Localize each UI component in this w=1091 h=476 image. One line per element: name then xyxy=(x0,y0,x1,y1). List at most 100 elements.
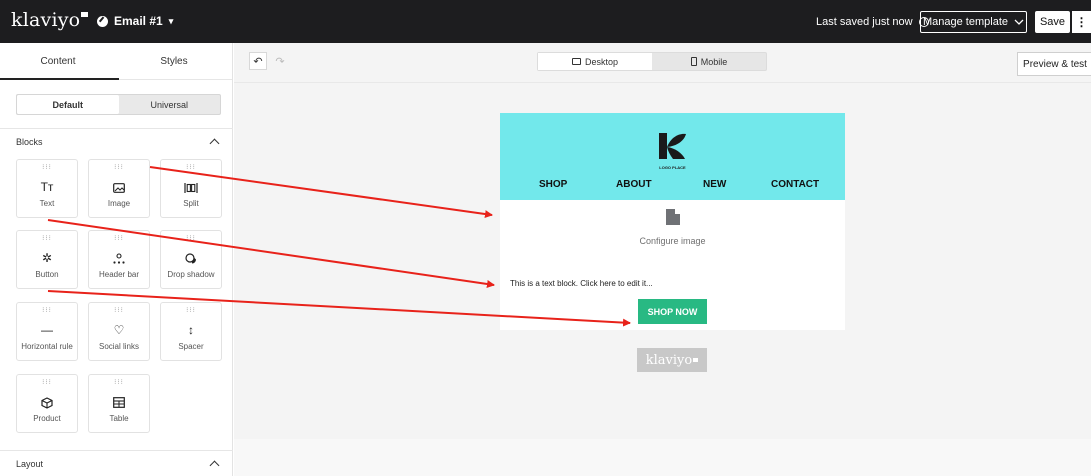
email-preview[interactable]: LOGO PLACE SHOP ABOUT NEW CONTACT Config… xyxy=(500,113,845,330)
klaviyo-footer-badge: klaviyo xyxy=(637,348,707,372)
text-block[interactable]: This is a text block. Click here to edit… xyxy=(510,279,653,288)
mobile-view-button[interactable]: Mobile xyxy=(652,53,766,70)
nav-link-about[interactable]: ABOUT xyxy=(616,179,652,190)
drag-handle-icon[interactable]: ⁝⁝⁝ xyxy=(17,379,77,388)
drag-handle-icon[interactable]: ⁝⁝⁝ xyxy=(89,164,149,173)
tab-content[interactable]: Content xyxy=(0,43,116,79)
block-label: Horizontal rule xyxy=(21,342,73,351)
text-icon: Tт xyxy=(40,180,54,194)
device-toggle: Desktop Mobile xyxy=(537,52,767,71)
phone-icon xyxy=(690,57,697,66)
email-header-section[interactable]: LOGO PLACE SHOP ABOUT NEW CONTACT xyxy=(500,113,845,200)
block-scope-toggle: Default Universal xyxy=(16,94,221,115)
block-horizontal-rule[interactable]: ⁝⁝⁝ — Horizontal rule xyxy=(16,302,78,361)
spacer-icon: ↕ xyxy=(188,323,194,337)
blocks-section-header[interactable]: Blocks xyxy=(16,137,221,149)
undo-button[interactable]: ↶ xyxy=(249,52,267,70)
logo-flag-icon xyxy=(81,12,89,17)
template-name-menu[interactable]: Email #1 ▾ xyxy=(97,14,173,28)
brand-logo-icon xyxy=(659,133,686,159)
block-label: Spacer xyxy=(178,342,204,351)
save-status: Last saved just now xyxy=(816,16,929,28)
nav-link-contact[interactable]: CONTACT xyxy=(771,179,819,190)
block-label: Image xyxy=(107,199,131,208)
configure-image-label: Configure image xyxy=(639,236,706,246)
desktop-view-button[interactable]: Desktop xyxy=(538,53,652,70)
block-label: Table xyxy=(109,414,129,423)
desktop-label: Desktop xyxy=(584,56,619,67)
heart-icon: ♡ xyxy=(113,323,125,337)
klaviyo-logo[interactable]: klaviyo xyxy=(11,9,89,31)
block-drop-shadow[interactable]: ⁝⁝⁝ Drop shadow xyxy=(160,230,222,289)
chevron-up-icon[interactable] xyxy=(209,460,220,471)
block-label: Button xyxy=(35,270,59,279)
block-label: Header bar xyxy=(98,270,140,279)
layout-section-header[interactable]: Layout xyxy=(16,459,221,471)
mobile-label: Mobile xyxy=(700,56,728,67)
block-label: Split xyxy=(183,199,199,208)
block-split[interactable]: ⁝⁝⁝ Split xyxy=(160,159,222,218)
monitor-icon xyxy=(571,58,581,65)
button-icon: ✲ xyxy=(41,251,53,265)
drag-handle-icon[interactable]: ⁝⁝⁝ xyxy=(161,307,221,316)
more-options-button[interactable]: ⋮ xyxy=(1072,11,1091,33)
table-icon xyxy=(89,392,149,412)
drag-handle-icon[interactable]: ⁝⁝⁝ xyxy=(17,235,77,244)
left-sidebar: Content Styles Default Universal Blocks … xyxy=(0,43,233,476)
template-name: Email #1 xyxy=(114,14,163,28)
top-bar: klaviyo Email #1 ▾ Last saved just now M… xyxy=(0,0,1091,43)
nav-link-shop[interactable]: SHOP xyxy=(539,179,567,190)
logo-flag-icon xyxy=(693,358,699,362)
drop-shadow-icon xyxy=(161,248,221,268)
brand-caption: LOGO PLACE xyxy=(659,165,686,170)
image-file-icon xyxy=(665,209,680,225)
drag-handle-icon[interactable]: ⁝⁝⁝ xyxy=(17,164,77,173)
editor-canvas: ↶ ↷ Desktop Mobile Preview & test LOGO P… xyxy=(234,43,1091,476)
drag-handle-icon[interactable]: ⁝⁝⁝ xyxy=(89,379,149,388)
canvas-footer-area xyxy=(234,439,1091,476)
drag-handle-icon[interactable]: ⁝⁝⁝ xyxy=(161,235,221,244)
block-button[interactable]: ⁝⁝⁝ ✲ Button xyxy=(16,230,78,289)
segment-universal[interactable]: Universal xyxy=(119,95,221,114)
block-image[interactable]: ⁝⁝⁝ Image xyxy=(88,159,150,218)
block-product[interactable]: ⁝⁝⁝ Product xyxy=(16,374,78,433)
block-header-bar[interactable]: ⁝⁝⁝ Header bar xyxy=(88,230,150,289)
divider xyxy=(0,128,233,129)
block-spacer[interactable]: ⁝⁝⁝ ↕ Spacer xyxy=(160,302,222,361)
layout-title: Layout xyxy=(16,459,44,469)
drag-handle-icon[interactable]: ⁝⁝⁝ xyxy=(161,164,221,173)
block-text[interactable]: ⁝⁝⁝ Tт Text xyxy=(16,159,78,218)
block-table[interactable]: ⁝⁝⁝ Table xyxy=(88,374,150,433)
tab-styles[interactable]: Styles xyxy=(116,43,232,79)
save-status-text: Last saved just now xyxy=(816,16,913,28)
drag-handle-icon[interactable]: ⁝⁝⁝ xyxy=(89,307,149,316)
manage-template-label: Manage template xyxy=(923,16,1008,28)
block-label: Social links xyxy=(98,342,139,351)
redo-button[interactable]: ↷ xyxy=(271,52,289,70)
manage-template-button[interactable]: Manage template xyxy=(920,11,1027,33)
block-label: Product xyxy=(33,414,61,423)
divider xyxy=(0,450,233,451)
save-button[interactable]: Save xyxy=(1035,11,1070,33)
caret-down-icon: ▾ xyxy=(168,15,174,26)
horizontal-rule-icon: — xyxy=(41,323,53,337)
sidebar-tabs: Content Styles xyxy=(0,43,232,80)
drag-handle-icon[interactable]: ⁝⁝⁝ xyxy=(17,307,77,316)
blocks-title: Blocks xyxy=(16,137,43,147)
block-label: Drop shadow xyxy=(167,270,215,279)
check-badge-icon xyxy=(97,15,108,27)
chevron-down-icon xyxy=(1014,19,1024,25)
chevron-up-icon[interactable] xyxy=(209,138,220,149)
preview-test-button[interactable]: Preview & test xyxy=(1017,52,1091,76)
split-icon xyxy=(161,177,221,197)
product-icon xyxy=(17,392,77,412)
block-social-links[interactable]: ⁝⁝⁝ ♡ Social links xyxy=(88,302,150,361)
segment-default[interactable]: Default xyxy=(17,95,119,114)
nav-link-new[interactable]: NEW xyxy=(703,179,726,190)
image-block-placeholder[interactable]: Configure image xyxy=(500,209,845,246)
block-label: Text xyxy=(39,199,55,208)
drag-handle-icon[interactable]: ⁝⁝⁝ xyxy=(89,235,149,244)
shop-now-button[interactable]: SHOP NOW xyxy=(638,299,707,324)
canvas-toolbar: ↶ ↷ Desktop Mobile Preview & test xyxy=(234,43,1091,83)
image-icon xyxy=(89,177,149,197)
